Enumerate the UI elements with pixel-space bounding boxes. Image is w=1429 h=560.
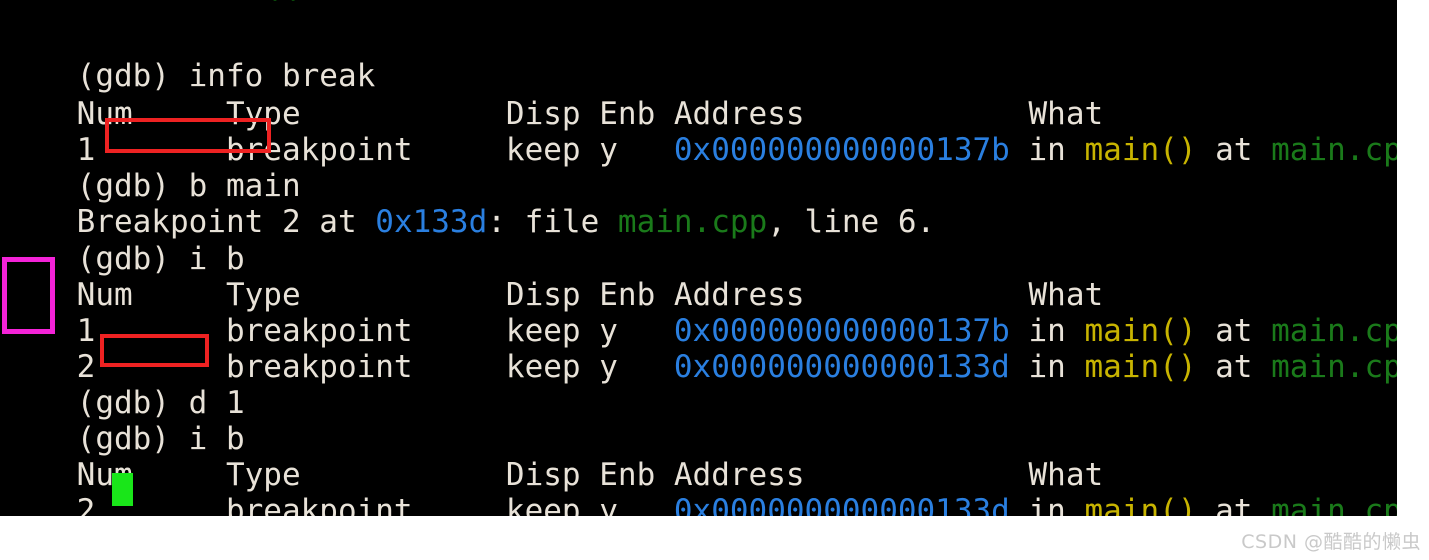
- breakpoint-address: 0x000000000000133d: [673, 493, 1010, 516]
- breakpoint-function: main(): [1084, 132, 1197, 168]
- breakpoint-filename: main.cpp: [1271, 349, 1397, 385]
- breakpoint-function: main(): [1084, 349, 1197, 385]
- terminal-line-prompt-final: (gdb): [2, 480, 189, 516]
- breakpoint-at-word: at: [1196, 493, 1272, 516]
- breakpoint-at-word: at: [1196, 132, 1272, 168]
- breakpoint-in-word: in: [1009, 132, 1085, 168]
- breakpoint-at-word: at: [1196, 349, 1272, 385]
- terminal-cursor: [112, 473, 133, 506]
- scrollback-remnant: main.cpp: [0, 0, 1397, 7]
- breakpoint-row-2c: 2 breakpoint keep y 0x000000000000133d i…: [2, 444, 1397, 516]
- breakpoint-function: main(): [1084, 493, 1197, 516]
- annotation-box-d-1: [100, 334, 209, 367]
- csdn-watermark: CSDN @酷酷的懒虫: [1241, 531, 1421, 553]
- annotation-box-b-main: [105, 118, 271, 153]
- breakpoint-in-word: in: [1009, 493, 1085, 516]
- breakpoint-filename: main.cpp: [1271, 132, 1397, 168]
- breakpoint-filename: main.cpp: [1271, 493, 1397, 516]
- annotation-box-breakpoint-nums: [2, 257, 55, 334]
- breakpoint-in-word: in: [1009, 349, 1085, 385]
- terminal-window[interactable]: main.cpp (gdb) info break Num Type Disp …: [0, 0, 1397, 516]
- breakpoint-address: 0x000000000000133d: [673, 349, 1010, 385]
